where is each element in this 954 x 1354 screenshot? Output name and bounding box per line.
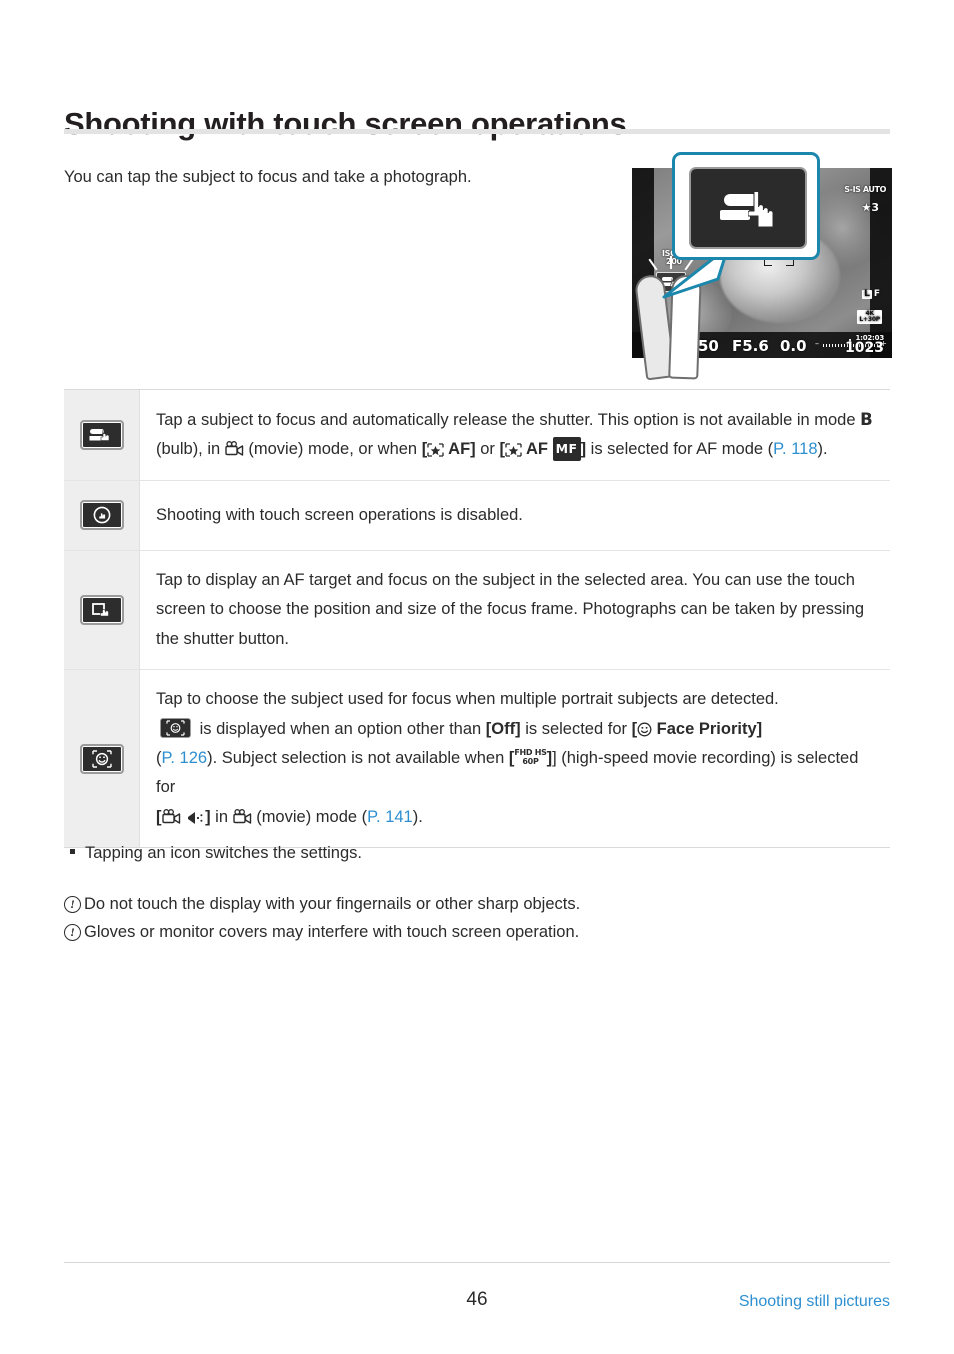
face-subject-select-icon [160,717,191,738]
osd-image-quality: LF [862,289,880,299]
tips-list: Tapping an icon switches the settings. [70,840,870,866]
page-title: Shooting with touch screen operations [64,105,627,141]
list-item: Gloves or monitor covers may interfere w… [64,919,884,945]
table-row-text: Shooting with touch screen operations is… [156,505,523,524]
movie-camera-icon [161,808,180,824]
page-reference-link[interactable]: P. 141 [367,808,413,826]
manual-focus-badge: MF [552,436,581,462]
face-priority-label: [ Face Priority] [631,719,763,738]
osd-aperture: F5.6 [732,337,769,355]
table-row: Shooting with touch screen operations is… [64,480,890,552]
speaker-volume-icon [188,811,203,824]
callout-touch-shutter-icon [689,167,807,249]
row4-text-b: is selected for [520,719,632,738]
touch-shutter-icon [79,419,124,450]
caution-icon [64,923,81,942]
table-row: Tap to display an AF target and focus on… [64,551,890,671]
table-row: Tap a subject to focus and automatically… [64,390,890,481]
osd-exposure-compensation: 0.0 [780,337,807,355]
table-row-icon-cell [64,670,140,847]
off-option-label: [Off] [485,719,521,738]
row4-line1: Tap to choose the subject used for focus… [156,690,779,709]
starry-sky-af-icon [427,443,444,458]
footer-divider [64,1262,890,1263]
caution-text: Do not touch the display with your finge… [84,895,581,913]
page-reference-link[interactable]: P. 118 [773,440,817,458]
row4-text-a: is displayed when an option other than [195,719,486,738]
callout-bubble [672,152,820,260]
row1-text-c: (movie) mode, or when [243,440,422,459]
intro-paragraph: You can tap the subject to focus and tak… [64,167,472,186]
row1-text-f: ). [817,440,828,459]
osd-shots-remaining: 1023 [845,340,884,356]
title-divider [64,129,890,134]
table-row-icon-cell [64,390,140,480]
row4-text-d: ). Subject selection is not available wh… [207,748,509,767]
caution-list: Do not touch the display with your finge… [64,891,884,947]
bullet-marker [70,849,75,854]
page-reference-link[interactable]: P. 126 [162,749,208,767]
osd-right-bar [870,168,892,358]
camera-illustration: S-IS AUTO ★3 LF 4K L+30P ISO-A 200 50 F5… [620,152,892,381]
row1-text-e: is selected for AF mode ( [586,440,774,459]
touch-disabled-icon [79,500,124,531]
row1-text-d: or [475,440,500,459]
row1-starry-af-2: [ AF MF] [500,436,586,462]
row4-text-g: (movie) mode ( [251,807,368,826]
face-subject-select-icon [79,743,124,774]
footer-section-link[interactable]: Shooting still pictures [739,1293,890,1311]
touch-af-target-icon [79,595,124,626]
high-speed-movie-option: [FHD HS 60P] [508,748,553,767]
manual-page: Shooting with touch screen operations Yo… [0,0,954,1354]
table-row: Tap to choose the subject used for focus… [64,670,890,847]
face-priority-icon [637,722,652,736]
osd-movie-quality: 4K L+30P [857,310,882,324]
table-row-text: Tap to display an AF target and focus on… [156,571,865,648]
movie-camera-icon [225,441,243,457]
mode-bulb-label: B [860,410,873,429]
osd-picture-mode: ★3 [861,201,879,214]
caution-icon [64,895,81,914]
touch-mode-options-table: Tap a subject to focus and automatically… [64,389,890,848]
row4-text-h: ). [412,807,423,826]
table-row-text: Tap a subject to focus and automatically… [140,390,890,480]
movie-sound-option: [ ] [156,807,211,826]
list-item: Tapping an icon switches the settings. [85,844,362,862]
hand-cursor-icon [748,192,774,228]
row1-text-a: Tap a subject to focus and automatically… [156,411,861,429]
table-row-icon-cell [64,480,140,551]
starry-sky-af-icon [505,443,522,458]
row1-text-b: (bulb), in [156,440,225,459]
table-row-icon-cell [64,551,140,670]
table-row-text: Tap to choose the subject used for focus… [140,670,890,847]
row4-text-f: in [210,807,233,826]
osd-stabilizer: S-IS AUTO [844,185,886,194]
movie-camera-icon [232,808,251,824]
row1-starry-af-1: [ AF] [421,440,476,459]
caution-text: Gloves or monitor covers may interfere w… [84,923,580,942]
fhd-hs-60p-badge: FHD HS 60P [514,748,547,766]
list-item: Do not touch the display with your finge… [64,891,884,917]
